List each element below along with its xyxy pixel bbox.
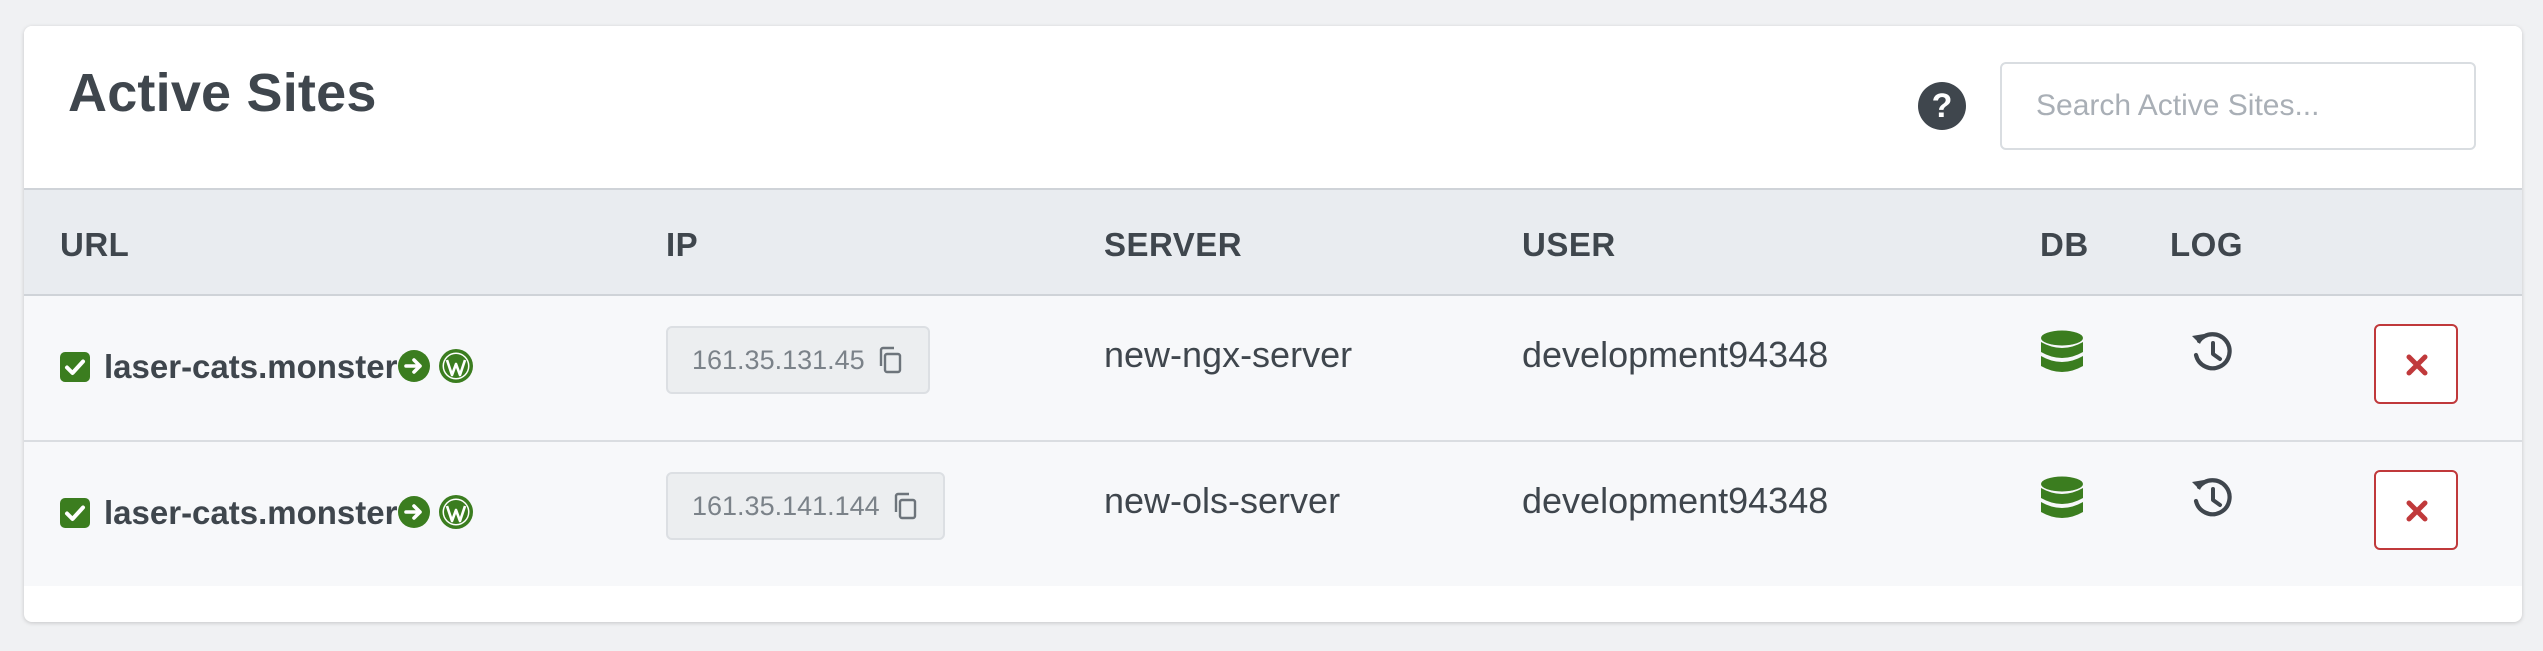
table-row: laser-cats.monster 161.35.141.144 new-ol… (24, 442, 2522, 586)
search-input[interactable] (2000, 62, 2476, 150)
column-header-db: DB (2040, 226, 2089, 263)
column-header-url: URL (60, 226, 130, 263)
checkbox-checked-icon[interactable] (60, 498, 90, 528)
history-icon[interactable] (2190, 330, 2236, 376)
column-header-log: LOG (2170, 226, 2243, 263)
ip-address-box: 161.35.131.45 (666, 326, 931, 394)
history-icon[interactable] (2190, 476, 2236, 522)
wordpress-icon[interactable] (438, 494, 474, 530)
help-icon[interactable]: ? (1918, 82, 1966, 130)
table-header-row: URL IP SERVER USER DB LOG (24, 190, 2522, 296)
arrow-circle-right-icon[interactable] (398, 350, 430, 382)
site-user: development94348 (1522, 480, 1829, 521)
page-title: Active Sites (68, 63, 377, 123)
copy-icon[interactable] (876, 345, 904, 375)
table-row: laser-cats.monster 161.35.131.45 new-ngx… (24, 296, 2522, 442)
site-url[interactable]: laser-cats.monster (104, 494, 397, 532)
copy-icon[interactable] (891, 491, 919, 521)
card-header: Active Sites ? (24, 26, 2522, 190)
close-x-icon (2406, 354, 2428, 376)
ip-address: 161.35.141.144 (692, 491, 880, 521)
close-x-icon (2406, 500, 2428, 522)
wordpress-icon[interactable] (438, 348, 474, 384)
ip-address-box: 161.35.141.144 (666, 472, 946, 540)
active-sites-card: Active Sites ? URL IP SERVER USER DB LOG… (24, 26, 2522, 622)
ip-address: 161.35.131.45 (692, 345, 865, 375)
column-header-server: SERVER (1104, 226, 1243, 263)
server-name: new-ols-server (1104, 480, 1341, 521)
checkbox-checked-icon[interactable] (60, 352, 90, 382)
arrow-circle-right-icon[interactable] (398, 496, 430, 528)
database-icon[interactable] (2040, 476, 2084, 526)
column-header-ip: IP (666, 226, 699, 263)
column-header-user: USER (1522, 226, 1616, 263)
server-name: new-ngx-server (1104, 334, 1353, 375)
delete-site-button[interactable] (2374, 470, 2458, 550)
database-icon[interactable] (2040, 330, 2084, 380)
delete-site-button[interactable] (2374, 324, 2458, 404)
site-user: development94348 (1522, 334, 1829, 375)
site-url[interactable]: laser-cats.monster (104, 348, 397, 386)
